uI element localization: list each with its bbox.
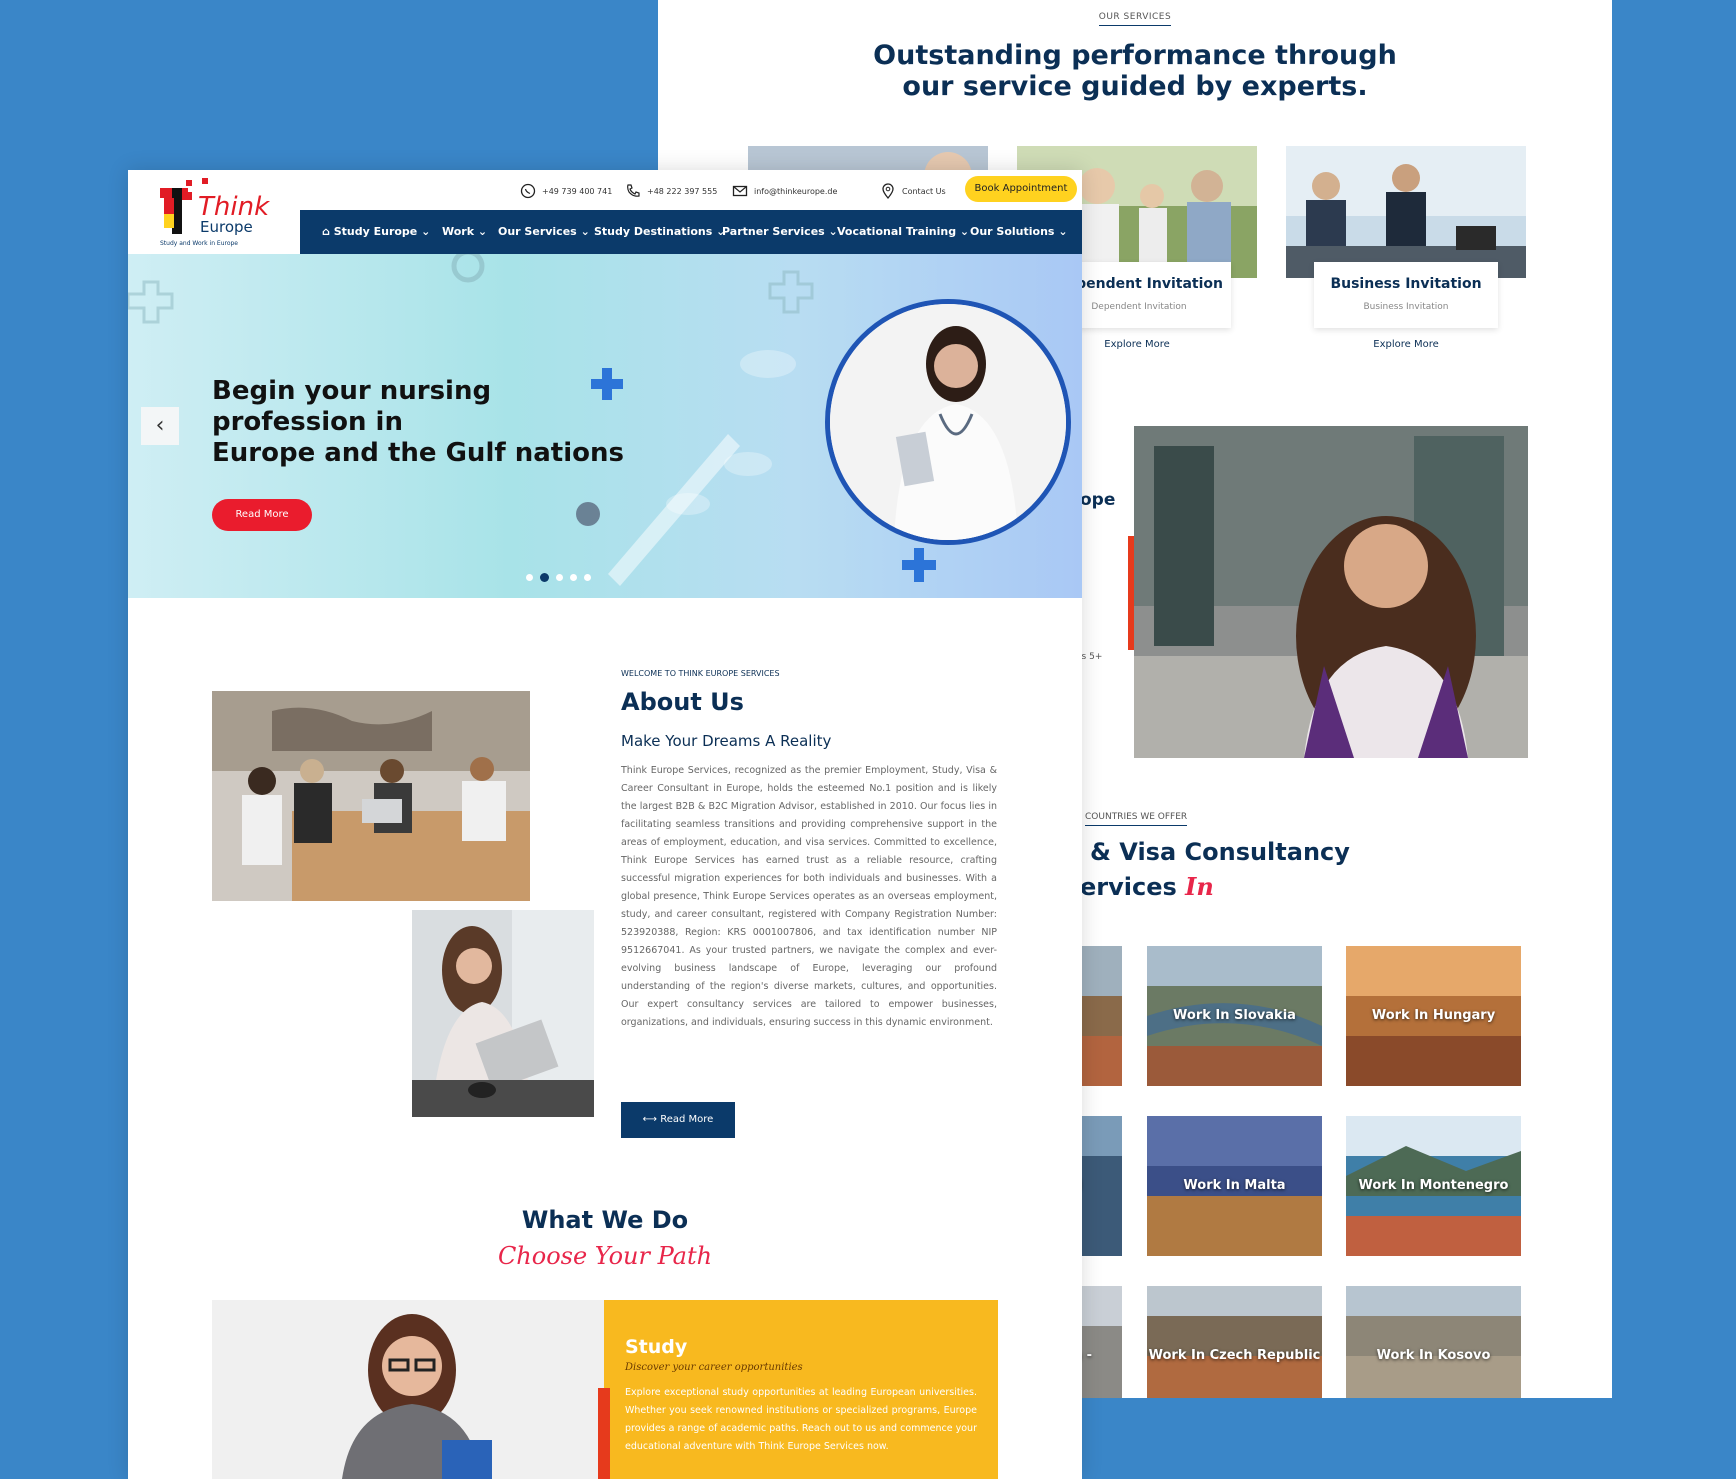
study-title: Study — [625, 1336, 688, 1358]
country-tile-hungary[interactable]: Work In Hungary — [1346, 946, 1521, 1086]
contact-us-link[interactable]: Contact Us — [880, 183, 946, 199]
accent-bar — [598, 1388, 610, 1479]
homepage-preview: +49 739 400 741 +48 222 397 555 info@thi… — [128, 170, 1082, 1479]
what-we-do-subtitle: Choose Your Path — [497, 1242, 713, 1270]
slider-dot-active[interactable] — [540, 573, 549, 582]
slider-prev-button[interactable]: ‹ — [141, 407, 179, 445]
laptop-woman-photo — [412, 910, 594, 1117]
logo[interactable]: Think Europe Study and Work in Europe — [158, 176, 288, 254]
hero-title: Begin your nursing profession in Europe … — [212, 376, 624, 468]
study-body: Explore exceptional study opportunities … — [625, 1387, 977, 1452]
chevron-left-icon: ‹ — [155, 413, 165, 438]
countries-eyebrow: COUNTRIES WE OFFER — [1085, 812, 1188, 826]
whatsapp-icon — [520, 183, 536, 199]
country-tile-montenegro[interactable]: Work In Montenegro — [1346, 1116, 1521, 1256]
country-tile-label: Work In Czech Republic — [1148, 1348, 1321, 1363]
double-arrow-icon: ⟷ — [642, 1114, 658, 1125]
service-card-subtitle: Business Invitation — [1363, 302, 1449, 312]
study-panel[interactable]: Study Discover your career opportunities… — [604, 1300, 998, 1479]
chevron-down-icon: ⌄ — [959, 225, 970, 238]
nav-study-europe[interactable]: ⌂ Study Europe ⌄ — [322, 225, 430, 238]
countries-headline-line1: & Visa Consultancy — [1090, 838, 1350, 866]
mail-icon — [732, 185, 748, 197]
chevron-down-icon: ⌄ — [421, 225, 431, 238]
country-tile-label: Work In Slovakia — [1173, 1008, 1296, 1023]
chevron-down-icon: ⌄ — [580, 225, 590, 238]
about-read-more-button[interactable]: ⟷ Read More — [621, 1102, 735, 1138]
country-tile-label: Work In Malta — [1183, 1178, 1286, 1193]
location-pin-icon — [882, 183, 894, 199]
country-tile-label: Work In Kosovo — [1376, 1348, 1491, 1363]
slider-dot[interactable] — [570, 574, 577, 581]
plus-icon — [902, 548, 936, 582]
about-title: About Us — [621, 688, 744, 716]
whatsapp-contact[interactable]: +49 739 400 741 — [520, 183, 612, 199]
country-tile-malta[interactable]: Work In Malta — [1147, 1116, 1322, 1256]
services-headline: Outstanding performance through our serv… — [873, 40, 1397, 102]
country-tile-label: Work In Montenegro — [1358, 1178, 1509, 1193]
about-body: Think Europe Services, recognized as the… — [621, 765, 997, 1028]
book-appointment-button[interactable]: Book Appointment — [965, 176, 1077, 202]
chevron-down-icon: ⌄ — [1058, 225, 1068, 238]
hero-slider: Begin your nursing profession in Europe … — [128, 254, 1082, 598]
country-tile-label: Work In Hungary — [1371, 1008, 1496, 1023]
nav-our-services[interactable]: Our Services ⌄ — [498, 225, 590, 238]
phone-icon — [627, 184, 640, 197]
explore-more-link-business[interactable]: Explore More — [1314, 339, 1498, 350]
nav-work[interactable]: Work ⌄ — [442, 225, 487, 238]
chevron-down-icon: ⌄ — [477, 225, 488, 238]
country-tile-slovakia[interactable]: Work In Slovakia — [1147, 946, 1322, 1086]
country-tile-czech[interactable]: Work In Czech Republic — [1147, 1286, 1322, 1398]
main-nav: ⌂ Study Europe ⌄ Work ⌄ Our Services ⌄ S… — [300, 210, 1082, 254]
study-subtitle: Discover your career opportunities — [625, 1362, 803, 1373]
logo-subword: Europe — [200, 218, 253, 236]
nav-vocational-training[interactable]: Vocational Training ⌄ — [837, 225, 969, 238]
nav-partner-services[interactable]: Partner Services ⌄ — [722, 225, 838, 238]
phone-contact[interactable]: +48 222 397 555 — [625, 183, 717, 199]
countries-headline-line2: ervices In — [1080, 872, 1214, 901]
nurse-photo — [825, 299, 1071, 545]
slider-dot[interactable] — [584, 574, 591, 581]
services-eyebrow: OUR SERVICES — [658, 12, 1612, 26]
email-contact[interactable]: info@thinkeurope.de — [732, 183, 837, 199]
about-subtitle: Make Your Dreams A Reality — [621, 732, 832, 750]
country-tile-kosovo[interactable]: Work In Kosovo — [1346, 1286, 1521, 1398]
service-card-title: Business Invitation — [1330, 276, 1482, 292]
service-card-business[interactable]: Business Invitation Business Invitation — [1314, 262, 1498, 328]
slider-dot[interactable] — [556, 574, 563, 581]
slider-dot[interactable] — [526, 574, 533, 581]
logo-tagline: Study and Work in Europe — [160, 240, 239, 247]
home-icon: ⌂ — [322, 225, 330, 238]
about-eyebrow: WELCOME TO THINK EUROPE SERVICES — [621, 669, 780, 678]
meeting-photo — [212, 691, 530, 901]
nav-our-solutions[interactable]: Our Solutions ⌄ — [970, 225, 1068, 238]
student-with-glasses-photo — [212, 1300, 604, 1479]
nav-study-destinations[interactable]: Study Destinations ⌄ — [594, 225, 725, 238]
service-photo-business — [1286, 146, 1526, 278]
section-heading-fragment: ope — [1080, 490, 1116, 510]
what-we-do-title: What We Do — [521, 1206, 689, 1234]
student-photo — [1134, 426, 1528, 758]
hero-read-more-button[interactable]: Read More — [212, 499, 312, 531]
